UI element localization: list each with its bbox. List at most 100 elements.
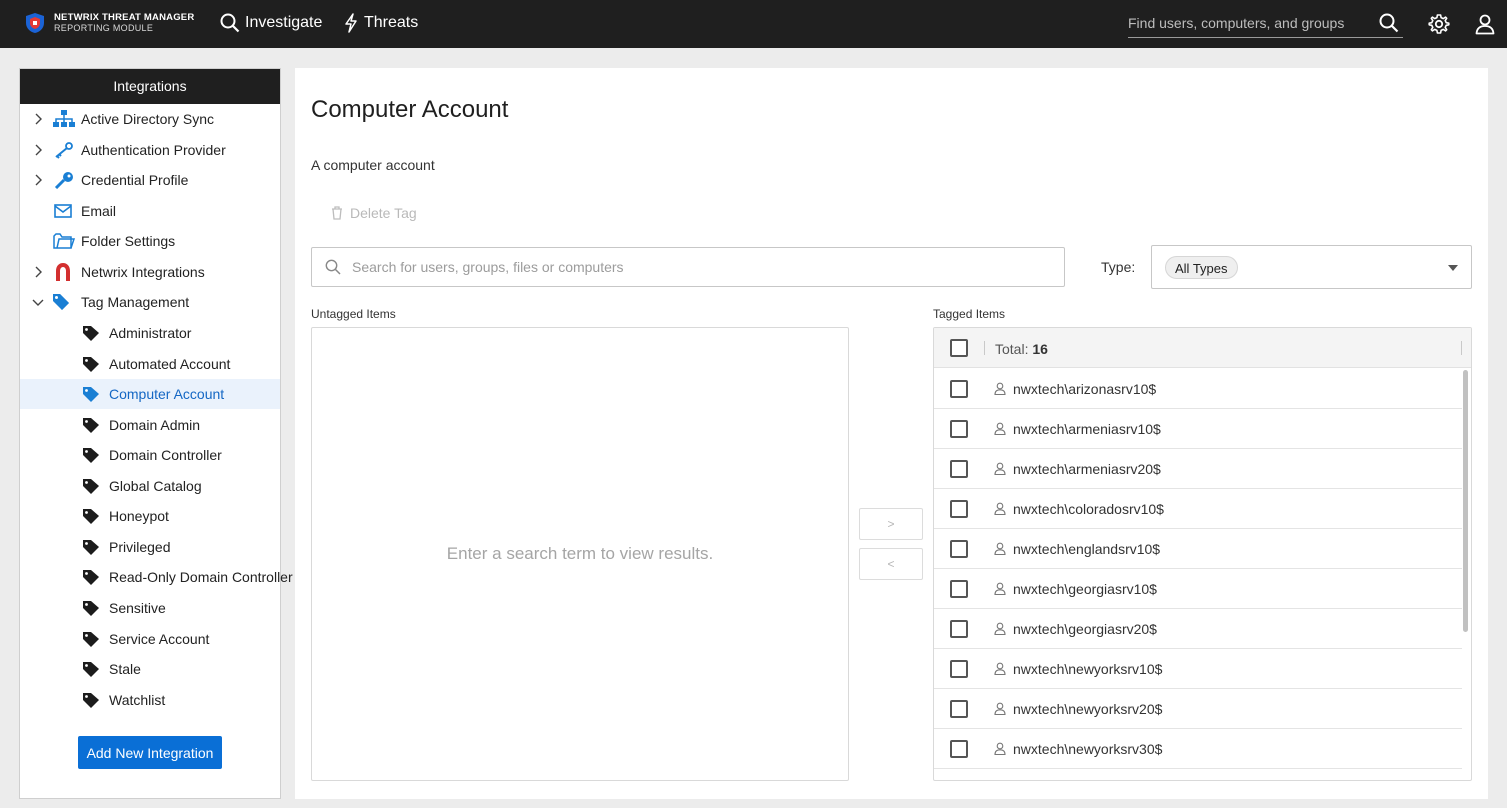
sidebar-item-label: Active Directory Sync (81, 111, 215, 127)
user-icon (994, 462, 1006, 475)
brand-title: NETWRIX THREAT MANAGER (54, 12, 195, 23)
row-checkbox[interactable] (950, 420, 968, 438)
row-checkbox[interactable] (950, 500, 968, 518)
chevron-right-icon[interactable] (34, 174, 42, 186)
table-row[interactable]: nwxtech\armeniasrv10$ (934, 409, 1462, 449)
tag-item-label: Privileged (109, 539, 171, 555)
global-search (1128, 10, 1403, 38)
sidebar-item-credential-profile[interactable]: Credential Profile (20, 165, 280, 195)
move-left-button[interactable]: < (859, 548, 923, 580)
row-name: nwxtech\armeniasrv20$ (1013, 461, 1161, 477)
sidebar-item-netwrix-integrations[interactable]: Netwrix Integrations (20, 257, 280, 287)
user-icon (994, 742, 1006, 755)
chevron-down-icon[interactable] (32, 298, 44, 306)
row-checkbox[interactable] (950, 460, 968, 478)
table-row[interactable]: nwxtech\armeniasrv20$ (934, 449, 1462, 489)
integrations-sidebar: Integrations Active Directory Sync Authe… (19, 68, 293, 799)
tag-item-domain-admin[interactable]: Domain Admin (20, 410, 280, 440)
tag-icon (83, 601, 99, 616)
tag-icon (83, 540, 99, 555)
lightning-icon (345, 13, 357, 33)
type-select[interactable]: All Types (1151, 245, 1472, 289)
row-checkbox[interactable] (950, 780, 968, 781)
type-label: Type: (1101, 259, 1136, 275)
move-right-button[interactable]: > (859, 508, 923, 540)
tag-item-label: Watchlist (109, 692, 166, 708)
chevron-right-icon[interactable] (34, 144, 42, 156)
table-row[interactable]: nwxtech\newyorksrv30$ (934, 729, 1462, 769)
sidebar-item-folder-settings[interactable]: Folder Settings (20, 226, 280, 256)
nav-investigate-label: Investigate (245, 14, 323, 31)
tag-item-computer-account[interactable]: Computer Account (20, 379, 280, 409)
tag-item-domain-controller[interactable]: Domain Controller (20, 440, 280, 470)
tag-icon (83, 418, 99, 433)
table-row[interactable]: nwxtech\georgiasrv10$ (934, 569, 1462, 609)
row-checkbox[interactable] (950, 380, 968, 398)
row-checkbox[interactable] (950, 740, 968, 758)
sidebar-item-active-directory-sync[interactable]: Active Directory Sync (20, 104, 280, 134)
search-icon (325, 259, 341, 275)
sidebar-item-email[interactable]: Email (20, 196, 280, 226)
key-icon (54, 172, 73, 189)
user-icon (994, 502, 1006, 515)
user-icon[interactable] (1474, 13, 1496, 35)
tag-item-administrator[interactable]: Administrator (20, 318, 280, 348)
item-search-input[interactable] (352, 256, 1052, 278)
global-search-input[interactable] (1128, 10, 1368, 36)
chevron-right-icon[interactable] (34, 266, 42, 278)
row-checkbox[interactable] (950, 620, 968, 638)
table-row[interactable]: nwxtech\englandsrv10$ (934, 529, 1462, 569)
table-row[interactable] (934, 769, 1462, 781)
tag-item-honeypot[interactable]: Honeypot (20, 501, 280, 531)
tag-item-global-catalog[interactable]: Global Catalog (20, 471, 280, 501)
tag-item-stale[interactable]: Stale (20, 654, 280, 684)
table-row[interactable]: nwxtech\coloradosrv10$ (934, 489, 1462, 529)
type-chip[interactable]: All Types (1165, 256, 1238, 279)
brand-logo[interactable]: NETWRIX THREAT MANAGER REPORTING MODULE (24, 12, 194, 34)
tags-icon (53, 294, 69, 310)
main-panel: Computer Account A computer account Dele… (295, 68, 1488, 799)
nav-threats[interactable]: Threats (343, 13, 418, 33)
tag-item-watchlist[interactable]: Watchlist (20, 685, 280, 715)
magnet-icon (56, 263, 70, 281)
user-icon (994, 622, 1006, 635)
user-icon (994, 382, 1006, 395)
table-row[interactable]: nwxtech\newyorksrv10$ (934, 649, 1462, 689)
tag-item-read-only-domain-controller[interactable]: Read-Only Domain Controller (20, 562, 293, 592)
user-icon (994, 662, 1006, 675)
header-divider (1461, 341, 1462, 355)
table-row[interactable]: nwxtech\newyorksrv20$ (934, 689, 1462, 729)
table-row[interactable]: nwxtech\arizonasrv10$ (934, 369, 1462, 409)
tag-item-automated-account[interactable]: Automated Account (20, 349, 280, 379)
search-icon[interactable] (1379, 13, 1399, 33)
tag-icon (83, 662, 99, 677)
empty-state-message: Enter a search term to view results. (446, 544, 714, 563)
tagged-items-header: Total: 16 (934, 328, 1471, 368)
gear-icon[interactable] (1428, 13, 1450, 35)
tag-item-label: Sensitive (109, 600, 166, 616)
page-description: A computer account (311, 157, 435, 173)
tag-item-label: Domain Controller (109, 447, 222, 463)
nav-threats-label: Threats (364, 14, 419, 31)
tag-item-service-account[interactable]: Service Account (20, 624, 280, 654)
row-checkbox[interactable] (950, 540, 968, 558)
scrollbar[interactable] (1463, 370, 1468, 632)
sidebar-item-label: Email (81, 203, 117, 219)
caret-down-icon[interactable] (1448, 265, 1458, 271)
sidebar-item-tag-management[interactable]: Tag Management (20, 287, 280, 317)
top-bar: NETWRIX THREAT MANAGER REPORTING MODULE … (0, 0, 1507, 48)
tag-item-privileged[interactable]: Privileged (20, 532, 280, 562)
tag-item-sensitive[interactable]: Sensitive (20, 593, 280, 623)
select-all-checkbox[interactable] (950, 339, 968, 357)
row-checkbox[interactable] (950, 700, 968, 718)
nav-investigate[interactable]: Investigate (220, 13, 322, 33)
add-new-integration-button[interactable]: Add New Integration (78, 736, 222, 769)
tag-icon (83, 570, 99, 585)
delete-tag-button[interactable]: Delete Tag (331, 205, 417, 221)
row-checkbox[interactable] (950, 660, 968, 678)
chevron-right-icon[interactable] (34, 113, 42, 125)
table-row[interactable]: nwxtech\georgiasrv20$ (934, 609, 1462, 649)
sidebar-item-authentication-provider[interactable]: Authentication Provider (20, 135, 280, 165)
untagged-items-label: Untagged Items (311, 307, 396, 321)
row-checkbox[interactable] (950, 580, 968, 598)
